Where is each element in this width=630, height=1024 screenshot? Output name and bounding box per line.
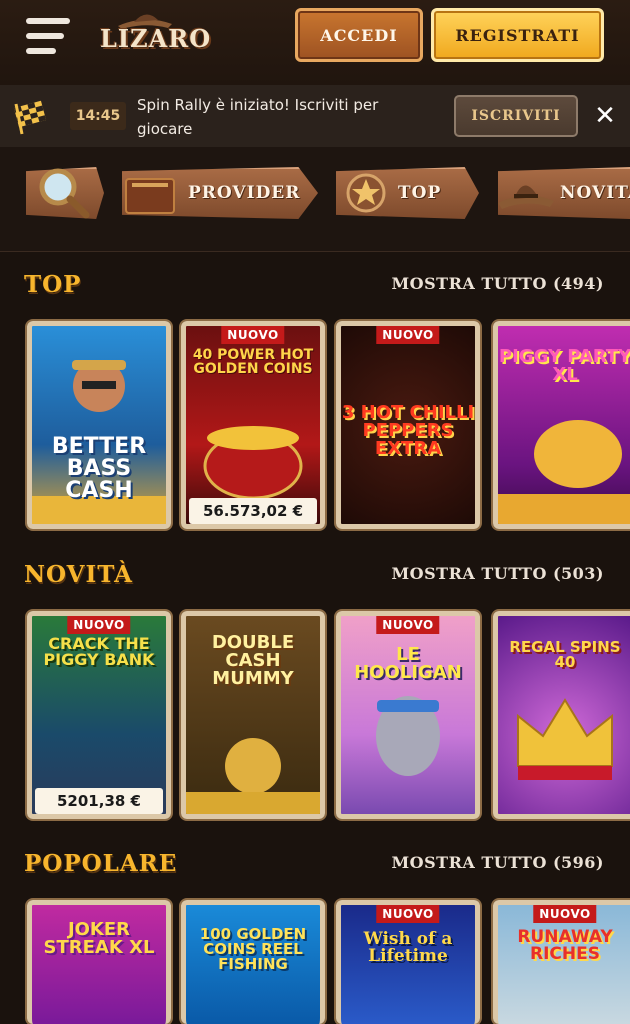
checkered-flag-icon xyxy=(13,100,47,135)
new-badge: NUOVO xyxy=(376,905,440,923)
subscribe-button[interactable]: ISCRIVITI xyxy=(454,95,578,137)
game-title: BETTER BASS CASH xyxy=(51,434,147,503)
game-title: LE HOOLIGAN xyxy=(354,644,462,683)
game-card[interactable]: NUOVO Wish of a Lifetime xyxy=(336,900,480,1024)
countdown-timer: 14:45 xyxy=(70,102,126,130)
game-card[interactable]: NUOVO CRACK THE PIGGY BANK 5201,38 € xyxy=(27,611,171,819)
category-nav: PROVIDER TOP NOVITÀ xyxy=(0,147,630,252)
menu-icon[interactable] xyxy=(26,18,70,56)
top-header: LIZARO ACCEDI REGISTRATI xyxy=(0,0,630,85)
new-badge: NUOVO xyxy=(376,616,440,634)
game-title: DOUBLE CASH MUMMY xyxy=(211,632,295,689)
category-label-novita: NOVITÀ xyxy=(560,183,630,203)
login-button[interactable]: ACCEDI xyxy=(295,8,423,62)
game-title: Wish of a Lifetime xyxy=(363,929,453,966)
game-title: 100 GOLDEN COINS REEL FISHING xyxy=(199,925,307,973)
game-card[interactable]: 100 GOLDEN COINS REEL FISHING xyxy=(181,900,325,1024)
category-search[interactable] xyxy=(26,167,106,219)
game-card[interactable]: BETTER BASS CASH xyxy=(27,321,171,529)
notification-message: Spin Rally è iniziato! Iscriviti per gio… xyxy=(137,96,379,138)
new-badge: NUOVO xyxy=(533,905,597,923)
register-button[interactable]: REGISTRATI xyxy=(431,8,604,62)
new-badge: NUOVO xyxy=(221,326,285,344)
game-title: JOKER STREAK XL xyxy=(43,919,155,958)
close-icon[interactable]: ✕ xyxy=(590,101,620,131)
logo-text: LIZARO xyxy=(100,24,212,53)
search-icon xyxy=(39,168,90,219)
game-card[interactable]: JOKER STREAK XL xyxy=(27,900,171,1024)
game-title: PIGGY PARTY XL xyxy=(498,346,630,385)
game-title: 40 POWER HOT GOLDEN COINS xyxy=(192,347,314,377)
category-top[interactable]: TOP xyxy=(336,167,481,219)
show-all-popolare[interactable]: MOSTRA TUTTO (596) xyxy=(391,853,604,872)
game-title: CRACK THE PIGGY BANK xyxy=(43,634,155,669)
category-label-provider: PROVIDER xyxy=(188,183,301,203)
game-title: RUNAWAY RICHES xyxy=(517,927,613,964)
book-icon xyxy=(125,178,175,214)
section-title-popolare: POPOLARE xyxy=(24,850,178,877)
category-provider[interactable]: PROVIDER xyxy=(122,167,320,219)
lizaro-logo[interactable]: LIZARO xyxy=(100,10,212,66)
game-title: REGAL SPINS 40 xyxy=(509,638,621,671)
show-all-top[interactable]: MOSTRA TUTTO (494) xyxy=(391,274,604,293)
category-novita[interactable]: NOVITÀ xyxy=(498,167,630,219)
new-badge: NUOVO xyxy=(376,326,440,344)
game-card[interactable]: PIGGY PARTY XL xyxy=(493,321,630,529)
game-card[interactable]: NUOVO LE HOOLIGAN xyxy=(336,611,480,819)
game-card[interactable]: NUOVO 40 POWER HOT GOLDEN COINS 56.573,0… xyxy=(181,321,325,529)
cowboy-hat-icon xyxy=(498,185,554,209)
category-label-top: TOP xyxy=(398,183,442,203)
jackpot-amount: 5201,38 € xyxy=(35,788,163,814)
tournament-notification: 14:45 Spin Rally è iniziato! Iscriviti p… xyxy=(0,85,630,147)
sheriff-star-icon xyxy=(346,173,386,213)
section-title-top: TOP xyxy=(24,271,82,298)
new-badge: NUOVO xyxy=(67,616,131,634)
game-card[interactable]: DOUBLE CASH MUMMY xyxy=(181,611,325,819)
game-title: 3 HOT CHILLI PEPPERS EXTRA xyxy=(341,402,475,459)
jackpot-amount: 56.573,02 € xyxy=(189,498,317,524)
game-card[interactable]: REGAL SPINS 40 xyxy=(493,611,630,819)
game-card[interactable]: NUOVO 3 HOT CHILLI PEPPERS EXTRA xyxy=(336,321,480,529)
game-card[interactable]: NUOVO RUNAWAY RICHES xyxy=(493,900,630,1024)
show-all-novita[interactable]: MOSTRA TUTTO (503) xyxy=(391,564,604,583)
section-title-novita: NOVITÀ xyxy=(24,561,133,588)
